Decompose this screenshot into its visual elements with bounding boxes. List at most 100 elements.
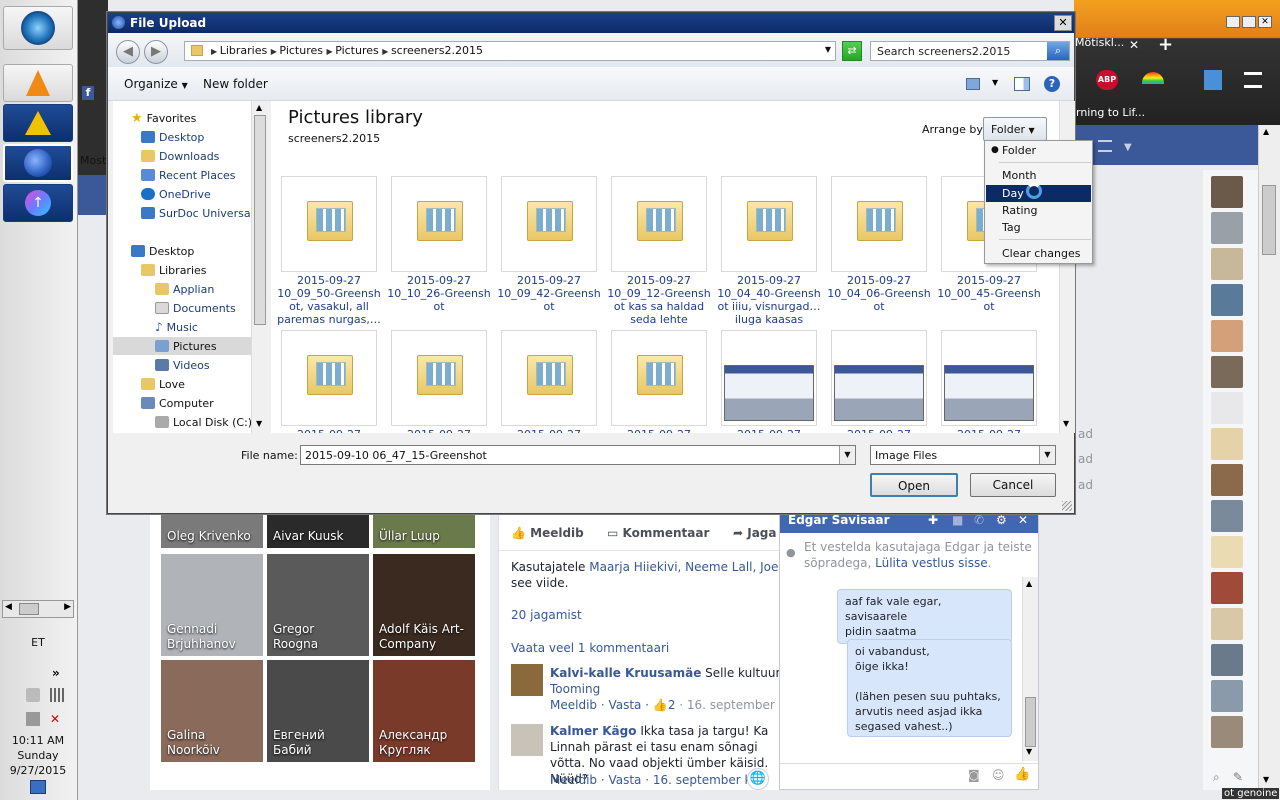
filename-input[interactable]: 2015-09-10 06_47_15-Greenshot ▼ <box>300 445 856 465</box>
scroll-down-icon[interactable]: ▼ <box>1063 419 1069 428</box>
chevron-right-icon[interactable]: ▶ <box>382 47 391 56</box>
nav-videos[interactable]: Videos <box>155 356 210 374</box>
breadcrumb-libraries[interactable]: Libraries <box>220 44 268 57</box>
like-button[interactable]: 👍 Meeldib <box>511 526 584 540</box>
preview-pane-icon[interactable] <box>1014 77 1030 91</box>
fb-menu-icon[interactable] <box>1098 140 1112 152</box>
contact-avatar[interactable] <box>1211 248 1243 280</box>
file-tile[interactable] <box>611 176 707 272</box>
nav-computer[interactable]: Computer <box>141 394 214 412</box>
minimize-icon[interactable] <box>1226 16 1240 28</box>
refresh-icon[interactable]: ⇄ <box>842 41 862 61</box>
volume-icon[interactable] <box>26 688 40 702</box>
adblock-icon[interactable]: ABP <box>1096 70 1118 90</box>
file-tile[interactable] <box>611 330 707 426</box>
contact-avatar[interactable] <box>1211 500 1243 532</box>
chat-search-icon[interactable]: ⌕ <box>1213 770 1220 785</box>
thumbs-up-icon[interactable]: 👍 <box>1014 767 1030 782</box>
scroll-down-icon[interactable]: ▼ <box>1026 747 1032 756</box>
file-name[interactable]: 2015-09-27 09_50_08-Greensh <box>823 428 935 433</box>
video-call-icon[interactable]: ■ <box>952 513 963 527</box>
cancel-button[interactable]: Cancel <box>970 473 1056 497</box>
forward-button[interactable]: ▶ <box>144 40 168 64</box>
comment-author[interactable]: Kalmer Kägo <box>550 724 636 738</box>
contact-avatar[interactable] <box>1211 680 1243 712</box>
extension-icon[interactable] <box>1204 70 1222 90</box>
file-name[interactable]: 2015-09-27 09_58_53-Greensh <box>273 428 385 433</box>
settings-icon[interactable]: ⚙ <box>996 513 1007 527</box>
bookmark-item[interactable]: rning to Lif... <box>1076 106 1145 119</box>
commenter-avatar[interactable] <box>511 724 543 756</box>
scroll-up-icon[interactable]: ▲ <box>1263 127 1269 136</box>
file-tile[interactable] <box>281 330 377 426</box>
clipboard-icon[interactable] <box>26 712 40 726</box>
arrange-dropdown[interactable]: Folder ▼ <box>983 117 1047 141</box>
network-icon[interactable] <box>50 688 66 702</box>
nav-desktop-root[interactable]: Desktop <box>131 242 194 260</box>
most-visited-text[interactable]: Most <box>80 154 106 167</box>
file-name[interactable]: 2015-09-27 09_48_01-Greensh <box>933 428 1045 433</box>
filetype-select[interactable]: Image Files ▼ <box>870 445 1056 465</box>
scroll-down-icon[interactable]: ▼ <box>1263 775 1269 784</box>
friend-photo[interactable]: Üllar Luup <box>373 512 475 548</box>
new-tab-icon[interactable]: + <box>1158 34 1173 55</box>
file-tile[interactable] <box>831 330 927 426</box>
arrange-option-folder[interactable]: ● Folder <box>986 142 1091 159</box>
comment-author[interactable]: Kalvi-kalle Kruusamäe <box>550 666 701 680</box>
comment-button[interactable]: ▭ Kommentaar <box>607 526 709 540</box>
nav-recent-places[interactable]: Recent Places <box>141 166 236 184</box>
nav-surdoc[interactable]: SurDoc Universal S <box>141 204 264 222</box>
contact-avatar[interactable] <box>1211 428 1243 460</box>
nav-libraries[interactable]: Libraries <box>141 261 207 279</box>
file-name[interactable]: 2015-09-27 09_56_18-Greensh <box>493 428 605 433</box>
view-icon[interactable] <box>966 78 980 90</box>
scroll-right-icon[interactable]: ▶ <box>64 602 71 612</box>
fb-dropdown-icon[interactable]: ▼ <box>1124 142 1132 153</box>
nav-applian[interactable]: Applian <box>155 280 214 298</box>
file-tile[interactable] <box>501 330 597 426</box>
help-icon[interactable]: ? <box>1044 76 1060 92</box>
facebook-tab-icon[interactable]: f <box>82 86 94 100</box>
file-tile[interactable] <box>941 330 1037 426</box>
file-name[interactable]: 2015-09-27 10_09_12-Greensh ot kas sa ha… <box>603 274 715 326</box>
nav-onedrive[interactable]: OneDrive <box>141 185 211 203</box>
breadcrumb-current[interactable]: screeners2.2015 <box>391 44 483 57</box>
contact-avatar[interactable] <box>1211 356 1243 388</box>
friend-photo[interactable]: Gennadi Brjuhhanov <box>161 554 263 656</box>
file-name[interactable]: 2015-09-27 10_04_06-Greensh ot <box>823 274 935 313</box>
tray-expand-icon[interactable]: » <box>52 666 60 680</box>
file-tile[interactable] <box>501 176 597 272</box>
contact-avatar[interactable] <box>1211 176 1243 208</box>
page-scroll-thumb[interactable] <box>1262 185 1276 255</box>
scroll-down-icon[interactable]: ▼ <box>256 419 262 428</box>
file-name[interactable]: 2015-09-27 10_09_42-Greensh ot <box>493 274 605 313</box>
share-button[interactable]: ➦ Jaga <box>733 526 776 540</box>
file-tile[interactable] <box>391 176 487 272</box>
taskbar-scrollbar[interactable]: ◀ ▶ <box>2 600 74 618</box>
camera-icon[interactable]: ◙ <box>968 768 980 782</box>
dialog-close-button[interactable]: ✕ <box>1054 15 1072 31</box>
contact-avatar[interactable] <box>1211 608 1243 640</box>
contact-avatar[interactable] <box>1211 716 1243 748</box>
file-name[interactable]: 2015-09-27 10_09_50-Greensh ot, vasakul,… <box>273 274 385 326</box>
nav-pictures[interactable]: Pictures <box>113 337 256 355</box>
contact-avatar[interactable] <box>1211 572 1243 604</box>
comment-actions[interactable]: Meeldib · Vasta · 16. september kell <box>550 773 765 787</box>
friend-photo[interactable]: Евгений Бабий <box>267 660 369 762</box>
window-close-icon[interactable]: ✕ <box>1258 16 1272 28</box>
open-button[interactable]: Open <box>870 473 958 497</box>
scroll-left-icon[interactable]: ◀ <box>5 602 12 612</box>
address-dropdown-icon[interactable]: ▼ <box>825 45 831 54</box>
chat-scrollbar[interactable]: ▲ ▼ <box>1022 577 1038 761</box>
likes-names[interactable]: Maarja Hiiekivi, Neeme Lall, Joel Fri <box>589 560 781 574</box>
comment-tag[interactable]: Tooming <box>550 682 600 696</box>
nav-downloads[interactable]: Downloads <box>141 147 219 165</box>
file-name[interactable]: 2015-09-27 09_54_38-Greensh <box>713 428 825 433</box>
chat-contact-name[interactable]: Edgar Savisaar <box>788 513 890 527</box>
back-button[interactable]: ◀ <box>116 40 140 64</box>
turn-on-chat-link[interactable]: Lülita vestlus sisse <box>875 556 988 570</box>
file-name[interactable]: 2015-09-27 09_58_10-Greensh <box>383 428 495 433</box>
taskbar-warning[interactable] <box>3 104 73 142</box>
address-bar[interactable]: ▶ Libraries ▶ Pictures ▶ Pictures ▶ scre… <box>184 41 836 61</box>
friend-photo[interactable]: Александр Кругляк <box>373 660 475 762</box>
